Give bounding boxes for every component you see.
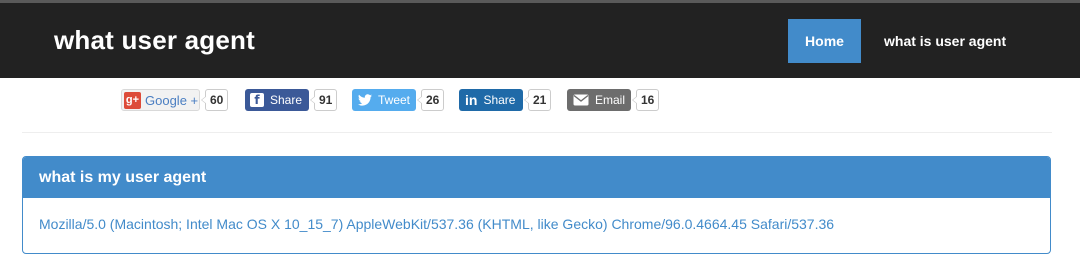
envelope-icon (573, 94, 589, 106)
twitter-share-label: Tweet (378, 93, 411, 107)
email-share-button[interactable]: Email (567, 89, 631, 111)
user-agent-string: Mozilla/5.0 (Macintosh; Intel Mac OS X 1… (39, 216, 835, 232)
google-plus-share-count: 60 (200, 89, 229, 111)
google-plus-share-button[interactable]: g+ Google + (121, 89, 200, 111)
linkedin-share-label: Share (483, 93, 516, 107)
twitter-share-button[interactable]: Tweet (352, 89, 416, 111)
nav-item-what-is-user-agent[interactable]: what is user agent (884, 19, 1006, 63)
facebook-share-button[interactable]: f Share (245, 89, 309, 111)
linkedin-icon: in (465, 92, 478, 108)
user-agent-panel: what is my user agent Mozilla/5.0 (Macin… (22, 156, 1051, 254)
google-plus-share-label: Google + (145, 92, 199, 108)
twitter-icon (358, 93, 372, 107)
panel-heading: what is my user agent (23, 157, 1050, 198)
email-share-count: 16 (631, 89, 660, 111)
linkedin-share-count: 21 (523, 89, 552, 111)
facebook-share-label: Share (270, 93, 303, 107)
site-brand[interactable]: what user agent (54, 23, 255, 57)
navbar: what user agent Home what is user agent (0, 3, 1080, 78)
email-share-label: Email (595, 93, 626, 107)
share-bar: g+ Google + 60 f Share 91 Tweet 26 in Sh… (0, 89, 1080, 113)
nav-item-home[interactable]: Home (788, 19, 861, 63)
facebook-icon: f (250, 93, 264, 107)
linkedin-share-button[interactable]: in Share (459, 89, 523, 111)
google-plus-icon: g+ (124, 91, 141, 109)
divider (22, 132, 1052, 133)
twitter-share-count: 26 (416, 89, 445, 111)
facebook-share-count: 91 (309, 89, 338, 111)
